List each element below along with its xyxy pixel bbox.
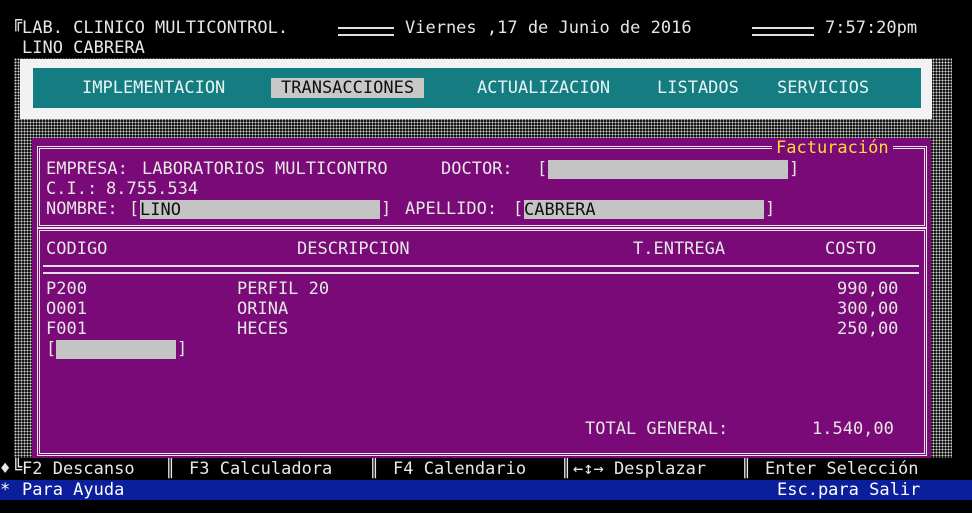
table-row-code: P200 [46, 279, 87, 299]
user-name: LINO CABRERA [22, 38, 145, 58]
apellido-field[interactable]: CABRERA [524, 200, 764, 220]
title-divider [338, 27, 394, 36]
desplazar-hint: ←↕→ Desplazar [573, 459, 707, 479]
table-row-costo: 250,00 [837, 319, 899, 339]
doctor-field[interactable] [548, 160, 788, 179]
title-divider [752, 27, 814, 36]
bracket: ] [177, 339, 188, 359]
empresa-value: LABORATORIOS MULTICONTRO [142, 159, 388, 179]
bracket: [ [46, 339, 57, 359]
enter-seleccion[interactable]: Enter Selección [765, 459, 919, 479]
help-text[interactable]: Para Ayuda [22, 480, 124, 500]
asterisk-icon: * [0, 480, 11, 500]
f2-descanso[interactable]: F2 Descanso [22, 459, 135, 479]
total-value: 1.540,00 [812, 419, 894, 439]
menu-actualizacion[interactable]: ACTUALIZACION [477, 78, 610, 98]
nombre-label: NOMBRE: [46, 199, 118, 219]
table-row-description: PERFIL 20 [237, 279, 330, 299]
doctor-label: DOCTOR: [441, 159, 513, 179]
menu-transacciones[interactable]: TRANSACCIONES [271, 78, 425, 98]
table-row-description: HECES [237, 319, 289, 339]
nombre-field[interactable]: LINO [140, 200, 380, 220]
status-divider: ║ [561, 459, 572, 479]
status-divider: ║ [165, 459, 176, 479]
status-divider: ║ [369, 459, 380, 479]
column-header-costo: COSTO [825, 239, 877, 259]
column-header-codigo: CODIGO [46, 239, 108, 259]
f4-calendario[interactable]: F4 Calendario [393, 459, 526, 479]
ci-value: 8.755.534 [106, 179, 199, 199]
bracket: [ [513, 199, 524, 219]
new-code-field[interactable] [56, 340, 176, 359]
table-row-costo: 990,00 [837, 279, 899, 299]
panel-title: Facturación [772, 138, 893, 158]
bar-corner: ╚ [12, 459, 23, 479]
status-divider: ║ [741, 459, 752, 479]
top-left-corner: ╔ [12, 12, 23, 32]
menu-implementacion[interactable]: IMPLEMENTACION [82, 78, 225, 98]
menu-listados[interactable]: LISTADOS [657, 78, 739, 98]
column-header-descripcion: DESCRIPCION [297, 239, 410, 259]
empresa-label: EMPRESA: [46, 159, 128, 179]
menu-servicios[interactable]: SERVICIOS [777, 78, 869, 98]
table-row-code: O001 [46, 299, 87, 319]
bracket: ] [765, 199, 776, 219]
diamond-icon: ♦ [0, 459, 11, 479]
current-time: 7:57:20pm [825, 18, 918, 38]
lab-name: LAB. CLINICO MULTICONTROL. [22, 18, 289, 38]
f3-calculadora[interactable]: F3 Calculadora [189, 459, 332, 479]
ci-label: C.I.: [46, 179, 98, 199]
column-header-entrega: T.ENTREGA [633, 239, 726, 259]
table-row-description: ORINA [237, 299, 289, 319]
table-row-costo: 300,00 [837, 299, 899, 319]
table-row-code: F001 [46, 319, 87, 339]
bracket: [ [129, 199, 140, 219]
bracket: ] [789, 159, 800, 179]
current-date: Viernes ,17 de Junio de 2016 [405, 18, 692, 38]
apellido-label: APELLIDO: [405, 199, 498, 219]
total-label: TOTAL GENERAL: [585, 419, 729, 439]
bracket: [ [537, 159, 548, 179]
header-separator [43, 265, 919, 274]
bracket: ] [381, 199, 392, 219]
esc-salir[interactable]: Esc.para Salir [777, 480, 920, 500]
